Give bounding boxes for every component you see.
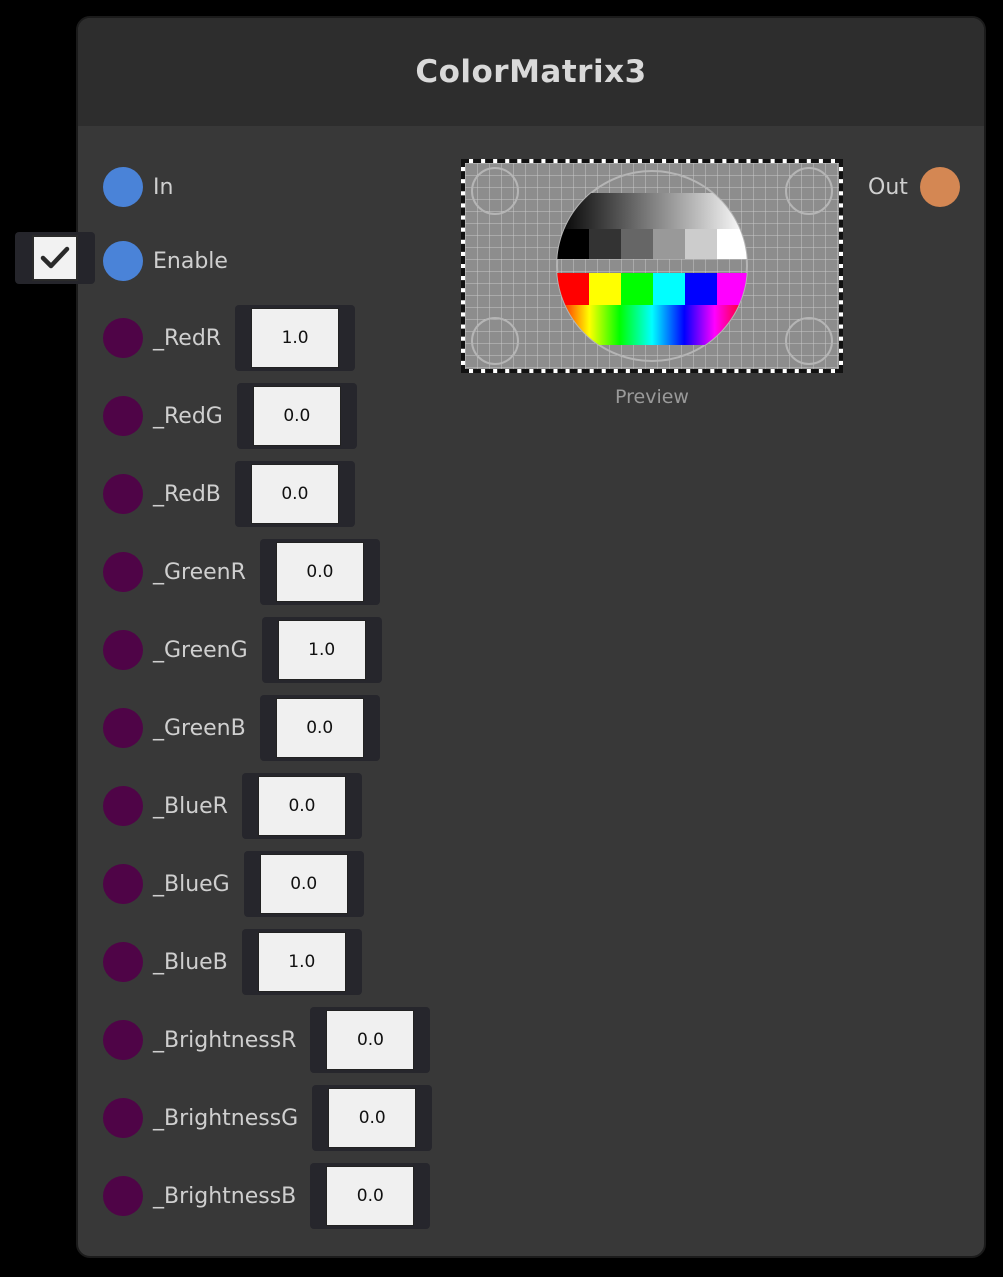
param-field-wrap: 0.0 xyxy=(243,851,364,917)
param-row-redg: _RedG 0.0 xyxy=(103,383,357,449)
param-port-greenr[interactable] xyxy=(103,552,143,592)
param-field-wrap: 0.0 xyxy=(259,539,380,605)
param-port-bluer[interactable] xyxy=(103,786,143,826)
checkmark-icon xyxy=(40,246,70,269)
param-port-brightnessg[interactable] xyxy=(103,1098,143,1138)
param-field-wrap: 0.0 xyxy=(236,383,357,449)
param-row-redb: _RedB 0.0 xyxy=(103,461,355,527)
param-port-redb[interactable] xyxy=(103,474,143,514)
param-value-field[interactable]: 0.0 xyxy=(275,542,364,602)
param-value-field[interactable]: 0.0 xyxy=(326,1166,415,1226)
param-row-brightnessb: _BrightnessB 0.0 xyxy=(103,1163,431,1229)
param-row-blueb: _BlueB 1.0 xyxy=(103,929,362,995)
param-label: _BlueR xyxy=(153,793,228,819)
param-label: _GreenR xyxy=(153,559,246,585)
param-field-wrap: 0.0 xyxy=(312,1085,433,1151)
param-row-greenb: _GreenB 0.0 xyxy=(103,695,380,761)
param-value-field[interactable]: 0.0 xyxy=(252,386,341,446)
param-value-field[interactable]: 0.0 xyxy=(328,1088,417,1148)
input-port-in-row: In xyxy=(103,167,173,207)
param-field-wrap: 0.0 xyxy=(234,461,355,527)
param-field-wrap: 1.0 xyxy=(261,617,382,683)
preview-image-frame xyxy=(461,159,843,373)
node-title: ColorMatrix3 xyxy=(415,54,647,90)
param-row-brightnessr: _BrightnessR 0.0 xyxy=(103,1007,431,1073)
param-value-field[interactable]: 1.0 xyxy=(277,620,366,680)
input-port-enable[interactable] xyxy=(103,241,143,281)
param-field-wrap: 1.0 xyxy=(235,305,356,371)
param-row-brightnessg: _BrightnessG 0.0 xyxy=(103,1085,433,1151)
param-value-field[interactable]: 0.0 xyxy=(259,854,348,914)
output-port-out[interactable] xyxy=(919,167,960,207)
param-field-wrap: 0.0 xyxy=(259,695,380,761)
param-row-bluer: _BlueR 0.0 xyxy=(103,773,362,839)
enable-checkbox[interactable] xyxy=(32,235,78,281)
param-port-brightnessb[interactable] xyxy=(103,1176,143,1216)
param-label: _RedR xyxy=(153,325,222,351)
param-field-wrap: 0.0 xyxy=(310,1007,431,1073)
param-label: _BrightnessR xyxy=(153,1027,297,1053)
param-port-greenb[interactable] xyxy=(103,708,143,748)
param-port-brightnessr[interactable] xyxy=(103,1020,143,1060)
param-label: _BrightnessB xyxy=(153,1183,297,1209)
input-port-enable-label: Enable xyxy=(153,248,228,274)
test-pattern-image xyxy=(465,163,839,369)
param-port-blueg[interactable] xyxy=(103,864,143,904)
param-row-blueg: _BlueG 0.0 xyxy=(103,851,364,917)
param-value-field[interactable]: 0.0 xyxy=(250,464,339,524)
enable-toggle[interactable] xyxy=(15,232,95,284)
output-port-row: Out xyxy=(868,167,960,207)
param-label: _BrightnessG xyxy=(153,1105,299,1131)
param-label: _RedB xyxy=(153,481,221,507)
node-header[interactable]: ColorMatrix3 xyxy=(78,18,984,126)
input-port-enable-row: Enable xyxy=(103,241,228,281)
param-port-blueb[interactable] xyxy=(103,942,143,982)
param-label: _GreenG xyxy=(153,637,248,663)
param-value-field[interactable]: 0.0 xyxy=(257,776,346,836)
input-port-in-label: In xyxy=(153,174,174,200)
input-port-in[interactable] xyxy=(103,167,143,207)
param-value-field[interactable]: 1.0 xyxy=(251,308,340,368)
param-row-redr: _RedR 1.0 xyxy=(103,305,356,371)
param-port-redg[interactable] xyxy=(103,396,143,436)
param-port-redr[interactable] xyxy=(103,318,143,358)
param-row-greeng: _GreenG 1.0 xyxy=(103,617,382,683)
param-field-wrap: 0.0 xyxy=(310,1163,431,1229)
param-label: _BlueB xyxy=(153,949,228,975)
output-port-label: Out xyxy=(868,174,908,200)
param-value-field[interactable]: 0.0 xyxy=(326,1010,415,1070)
param-label: _GreenB xyxy=(153,715,246,741)
param-field-wrap: 0.0 xyxy=(241,773,362,839)
param-row-greenr: _GreenR 0.0 xyxy=(103,539,380,605)
param-value-field[interactable]: 0.0 xyxy=(275,698,364,758)
param-port-greeng[interactable] xyxy=(103,630,143,670)
param-field-wrap: 1.0 xyxy=(241,929,362,995)
param-label: _RedG xyxy=(153,403,223,429)
preview-caption: Preview xyxy=(615,386,689,408)
param-value-field[interactable]: 1.0 xyxy=(257,932,346,992)
param-label: _BlueG xyxy=(153,871,230,897)
